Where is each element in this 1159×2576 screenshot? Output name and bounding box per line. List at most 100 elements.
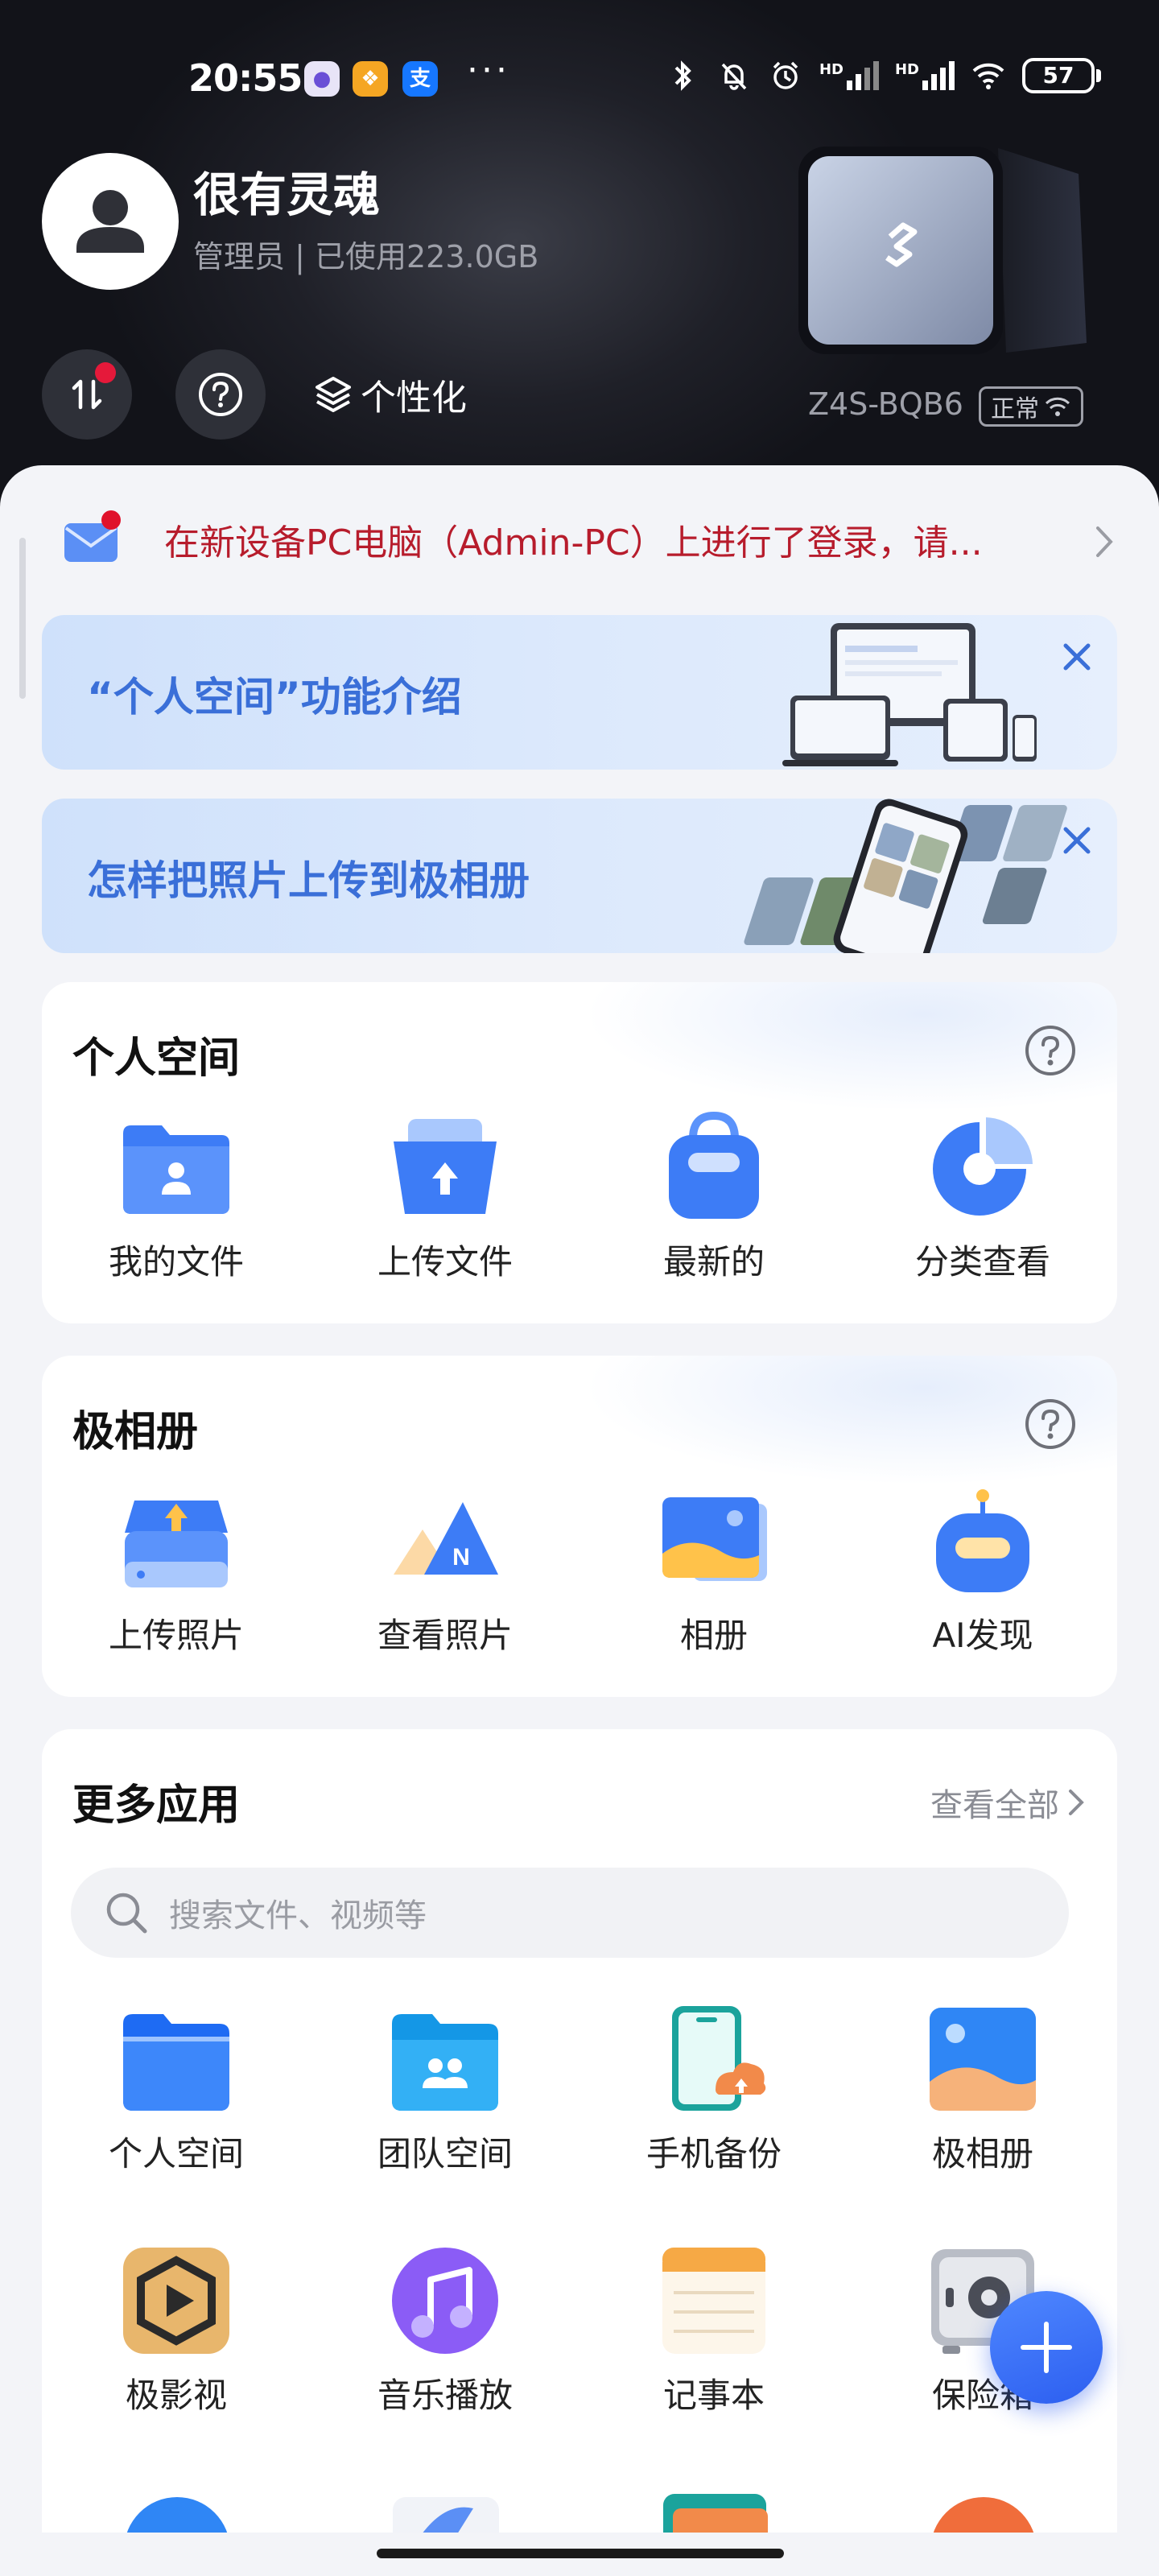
my-files-button[interactable]: 我的文件 <box>42 1111 311 1284</box>
battery-indicator: 57 <box>1022 58 1101 93</box>
bluetooth-icon <box>674 60 691 91</box>
more-notifications-icon: ··· <box>467 50 510 91</box>
personal-space-folder-icon <box>123 2014 229 2111</box>
search-placeholder: 搜索文件、视频等 <box>169 1897 427 1934</box>
category-view-icon <box>933 1117 1033 1216</box>
banner-title: “个人空间”功能介绍 <box>87 674 462 720</box>
upload-photo-icon <box>125 1501 228 1587</box>
add-fab-button[interactable] <box>990 2291 1103 2404</box>
photos-phone-illustration-icon <box>744 799 1067 953</box>
my-files-icon <box>123 1125 229 1214</box>
status-time: 20:55 <box>188 56 303 100</box>
app-photo-album[interactable]: 极相册 <box>848 2003 1117 2176</box>
help-circle-icon <box>199 373 242 416</box>
app-label: 极影视 <box>125 2376 227 2415</box>
user-name: 很有灵魂 <box>193 167 381 222</box>
album-title: 极相册 <box>72 1408 199 1456</box>
signal-2-icon: HD <box>895 61 955 90</box>
help-button[interactable] <box>175 349 266 440</box>
upload-file-label: 上传文件 <box>377 1242 513 1282</box>
layers-icon <box>316 377 351 412</box>
device-wifi-icon <box>1045 397 1070 416</box>
transfer-badge-dot <box>95 362 116 383</box>
alipay-icon: 支 <box>402 61 438 97</box>
app-label: 个人空间 <box>108 2134 244 2174</box>
hd-label: HD <box>894 61 919 78</box>
phone-backup-icon <box>672 2006 766 2111</box>
app-label: 团队空间 <box>377 2134 513 2174</box>
view-photos-label: 查看照片 <box>377 1616 513 1655</box>
album-button[interactable]: 相册 <box>580 1484 848 1657</box>
view-all-label: 查看全部 <box>930 1787 1059 1824</box>
personalize-button[interactable]: 个性化 <box>312 369 467 420</box>
ai-discover-button[interactable]: AI发现 <box>848 1484 1117 1657</box>
search-icon <box>106 1893 147 1934</box>
app-notepad[interactable]: 记事本 <box>580 2244 848 2417</box>
user-icon <box>76 190 144 253</box>
video-app-icon <box>123 2248 229 2354</box>
upload-file-icon <box>394 1119 497 1214</box>
svg-text:N: N <box>452 1544 470 1571</box>
view-photos-icon: N <box>394 1502 498 1575</box>
user-role-usage: 管理员 | 已使用223.0GB <box>193 239 539 275</box>
upload-photo-button[interactable]: 上传照片 <box>42 1484 311 1657</box>
avatar[interactable] <box>42 153 179 290</box>
app-team-space[interactable]: 团队空间 <box>311 2003 580 2176</box>
search-input[interactable]: 搜索文件、视频等 <box>71 1868 1069 1958</box>
app-label: 记事本 <box>662 2376 765 2415</box>
camera-app-icon: ● <box>304 61 340 97</box>
category-view-label: 分类查看 <box>914 1242 1050 1282</box>
wifi-icon <box>972 63 1004 89</box>
device-status-badge: 正常 <box>979 386 1083 427</box>
home-indicator[interactable] <box>377 2549 784 2558</box>
mute-bell-icon <box>721 63 747 90</box>
banner-upload-photos-guide[interactable]: 怎样把照片上传到极相册 <box>42 799 1117 953</box>
category-view-button[interactable]: 分类查看 <box>848 1111 1117 1284</box>
my-files-label: 我的文件 <box>108 1242 244 1282</box>
photo-album-app-icon <box>930 2008 1036 2111</box>
album-icon <box>662 1497 767 1581</box>
banner-personal-space-intro[interactable]: “个人空间”功能介绍 <box>42 615 1117 770</box>
album-label: 相册 <box>679 1616 748 1655</box>
personalize-label: 个性化 <box>361 378 467 419</box>
more-apps-title: 更多应用 <box>72 1781 241 1830</box>
banner-title: 怎样把照片上传到极相册 <box>87 857 530 904</box>
main-sheet: 在新设备PC电脑（Admin-PC）上进行了登录，请... “个人空间”功能介绍… <box>0 465 1159 2576</box>
team-space-folder-icon <box>392 2014 498 2111</box>
signal-1-icon: HD <box>819 61 879 90</box>
recent-label: 最新的 <box>662 1242 765 1282</box>
chevron-right-icon <box>1096 526 1113 557</box>
banner-close-button[interactable] <box>1054 818 1099 863</box>
recent-button[interactable]: 最新的 <box>580 1111 848 1284</box>
device-name: Z4S-BQB6 <box>808 386 963 422</box>
leaf-app-icon: ❖ <box>353 61 388 97</box>
help-icon[interactable] <box>1024 1397 1077 1451</box>
chevron-right-icon <box>1069 1790 1084 1815</box>
device-status-label: 正常 <box>991 395 1039 423</box>
app-music[interactable]: 音乐播放 <box>311 2244 580 2417</box>
status-bar: 20:55 ● ❖ 支 ··· HD HD 57 <box>0 48 1159 113</box>
view-all-link[interactable]: 查看全部 <box>930 1779 1087 1826</box>
help-icon[interactable] <box>1024 1024 1077 1077</box>
upload-file-button[interactable]: 上传文件 <box>311 1111 580 1284</box>
hd-label: HD <box>819 61 843 78</box>
banner-close-button[interactable] <box>1054 634 1099 679</box>
notepad-icon <box>662 2248 765 2354</box>
upload-photo-label: 上传照片 <box>108 1616 244 1655</box>
app-personal-space[interactable]: 个人空间 <box>42 2003 311 2176</box>
view-photos-button[interactable]: N 查看照片 <box>311 1484 580 1657</box>
app-label: 音乐播放 <box>377 2376 513 2415</box>
app-video[interactable]: 极影视 <box>42 2244 311 2417</box>
app-phone-backup[interactable]: 手机备份 <box>580 2003 848 2176</box>
personal-space-title: 个人空间 <box>72 1034 241 1083</box>
more-apps-card: 更多应用 查看全部 搜索文件、视频等 个人空间 团队空间 手机备份 极相册 极影… <box>42 1729 1117 2576</box>
app-label: 极相册 <box>931 2134 1033 2174</box>
music-player-icon <box>392 2248 498 2354</box>
nas-device-image[interactable] <box>797 142 1095 367</box>
personal-space-card: 个人空间 我的文件 上传文件 最新的 分类查看 <box>42 982 1117 1323</box>
ai-discover-label: AI发现 <box>932 1616 1033 1655</box>
transfer-button[interactable] <box>42 349 132 440</box>
mail-icon <box>64 510 121 562</box>
notice-text: 在新设备PC电脑（Admin-PC）上进行了登录，请... <box>164 522 983 564</box>
login-notice[interactable]: 在新设备PC电脑（Admin-PC）上进行了登录，请... <box>0 465 1159 618</box>
